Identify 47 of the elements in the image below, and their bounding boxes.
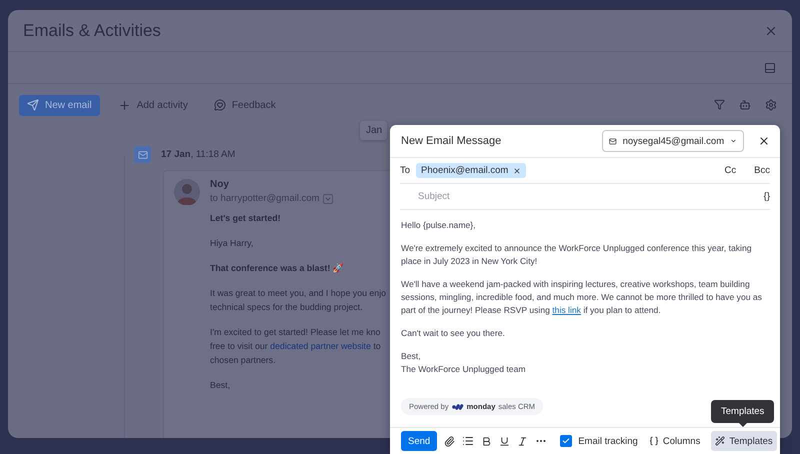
layout-icon[interactable]	[764, 62, 776, 74]
chat-heart-icon	[214, 99, 226, 111]
plus-icon	[118, 98, 131, 112]
avatar-icon	[174, 179, 200, 205]
message-paragraph: Hello {pulse.name},	[401, 219, 477, 232]
email-subject: Let's get started!	[210, 212, 282, 225]
message-paragraph: We're extremely excited to announce the WorkForce Unplugged conference this year, taking place in July 2023 in New York City!	[401, 242, 753, 268]
date-chip: Jan	[360, 121, 388, 140]
variables-button[interactable]: {}	[764, 191, 770, 202]
message-paragraph: Can't wait to see you there.	[401, 327, 506, 340]
panel-title: Emails & Activities	[23, 20, 161, 40]
robot-icon[interactable]	[739, 99, 751, 111]
filter-icon[interactable]	[714, 99, 725, 111]
bcc-button[interactable]: Bcc	[754, 165, 770, 176]
mail-icon	[134, 146, 151, 163]
send-button[interactable]: Send	[401, 431, 438, 451]
link[interactable]: this link	[552, 305, 581, 315]
braces-icon	[648, 436, 659, 446]
bold-icon[interactable]	[481, 436, 492, 446]
message-paragraph: We'll have a weekend jam-packed with inspiring lectures, creative workshops, team building sessions, mingling, incredible food, and much more. We cannot be more thrilled to have you as part of the journey! Please RSVP using this link if you plan to attend.	[401, 278, 763, 317]
sender-name: Noy	[210, 179, 230, 190]
magic-wand-icon	[715, 436, 726, 446]
tracking-checkbox[interactable]	[560, 435, 572, 447]
tracking-label: Email tracking	[578, 436, 638, 446]
to-label: To	[400, 165, 410, 176]
close-icon[interactable]	[758, 135, 770, 147]
italic-icon[interactable]	[517, 436, 528, 446]
columns-button[interactable]: Columns	[644, 431, 704, 451]
logo-icon	[452, 403, 464, 410]
check-icon	[562, 437, 570, 445]
cc-button[interactable]: Cc	[724, 165, 736, 176]
mail-icon	[609, 136, 617, 146]
email-greeting: Hiya Harry,	[210, 237, 254, 250]
paper-plane-icon	[27, 99, 39, 111]
email-headline: That conference was a blast! 🚀	[210, 262, 345, 275]
message-paragraph: Best, The WorkForce Unplugged team	[401, 350, 527, 376]
remove-icon[interactable]	[513, 166, 522, 174]
email-date: 17 Jan, 11:18 AM	[161, 149, 236, 160]
settings-icon[interactable]	[765, 99, 777, 111]
email-paragraph: It was great to meet you, and I hope you enjo technical specs for the budding project.	[210, 287, 388, 314]
sender-dropdown[interactable]: noysegal45@gmail.com	[602, 130, 744, 152]
recipient-chip: Phoenix@email.com	[416, 163, 526, 178]
underline-icon[interactable]	[499, 436, 510, 446]
templates-button[interactable]: Templates	[711, 431, 777, 451]
compose-title: New Email Message	[401, 135, 502, 147]
paperclip-icon[interactable]	[444, 436, 456, 446]
email-paragraph: Best,	[210, 379, 232, 392]
